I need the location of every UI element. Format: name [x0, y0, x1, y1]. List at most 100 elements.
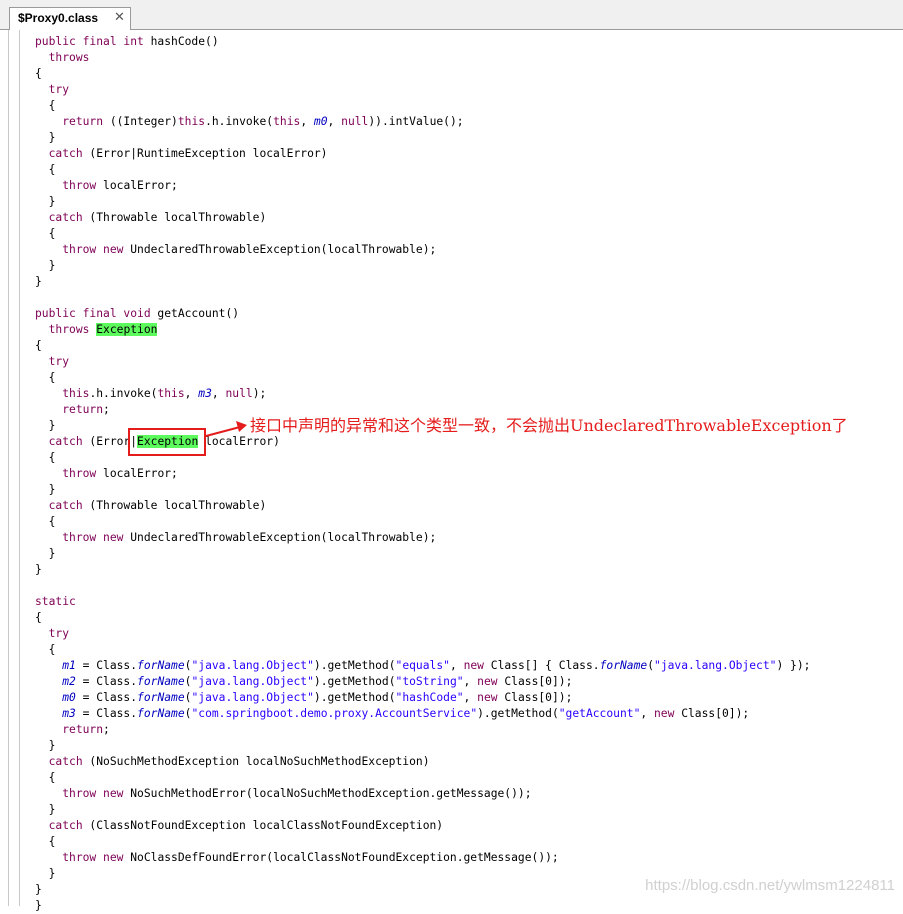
- code-line[interactable]: }: [35, 802, 810, 818]
- code-token: catch: [48, 211, 83, 224]
- code-token: localError;: [96, 467, 178, 480]
- close-icon[interactable]: ✕: [114, 10, 125, 25]
- code-token: m0: [313, 115, 328, 128]
- code-line[interactable]: }: [35, 130, 810, 146]
- code-line[interactable]: catch (Throwable localThrowable): [35, 210, 810, 226]
- code-token: (ClassNotFoundException localClassNotFou…: [82, 819, 444, 832]
- watermark: https://blog.csdn.net/ywlmsm1224811: [645, 877, 895, 894]
- code-line[interactable]: {: [35, 370, 810, 386]
- code-token: {: [35, 451, 56, 464]
- code-token: public final void: [35, 307, 151, 320]
- code-line[interactable]: throws Exception: [35, 322, 810, 338]
- code-line[interactable]: m3 = Class.forName("com.springboot.demo.…: [35, 706, 810, 722]
- code-token: {: [35, 611, 42, 624]
- code-line[interactable]: catch (Throwable localThrowable): [35, 498, 810, 514]
- code-line[interactable]: throws: [35, 50, 810, 66]
- code-token: ,: [463, 691, 478, 704]
- code-line[interactable]: return ((Integer)this.h.invoke(this, m0,…: [35, 114, 810, 130]
- code-line[interactable]: [35, 290, 810, 306]
- code-line[interactable]: throw localError;: [35, 466, 810, 482]
- code-token: ,: [463, 675, 478, 688]
- code-token: forName: [137, 659, 185, 672]
- code-line[interactable]: }: [35, 194, 810, 210]
- code-line[interactable]: static: [35, 594, 810, 610]
- gutter-divider: [19, 30, 20, 906]
- code-line[interactable]: try: [35, 354, 810, 370]
- code-line[interactable]: }: [35, 274, 810, 290]
- code-token: null: [341, 115, 369, 128]
- code-line[interactable]: throw new NoSuchMethodError(localNoSuchM…: [35, 786, 810, 802]
- code-line[interactable]: {: [35, 834, 810, 850]
- code-token: {: [35, 371, 56, 384]
- code-token: try: [48, 83, 70, 96]
- code-area[interactable]: public final int hashCode() throws{ try …: [35, 34, 810, 914]
- code-token: public final int: [35, 35, 144, 48]
- code-line[interactable]: m1 = Class.forName("java.lang.Object").g…: [35, 658, 810, 674]
- code-line[interactable]: }: [35, 898, 810, 914]
- tab-proxy0-class[interactable]: $Proxy0.class ✕: [9, 7, 131, 30]
- code-line[interactable]: [35, 578, 810, 594]
- code-token: localError): [198, 435, 280, 448]
- code-line[interactable]: throw new NoClassDefFoundError(localClas…: [35, 850, 810, 866]
- code-line[interactable]: throw localError;: [35, 178, 810, 194]
- code-line[interactable]: public final int hashCode(): [35, 34, 810, 50]
- code-line[interactable]: catch (ClassNotFoundException localClass…: [35, 818, 810, 834]
- code-line[interactable]: {: [35, 162, 810, 178]
- code-token: (Error|RuntimeException localError): [82, 147, 328, 160]
- code-token: {: [35, 835, 56, 848]
- code-token: "com.springboot.demo.proxy.AccountServic…: [191, 707, 478, 720]
- code-line[interactable]: {: [35, 770, 810, 786]
- code-line[interactable]: throw new UndeclaredThrowableException(l…: [35, 530, 810, 546]
- code-token: {: [35, 643, 56, 656]
- code-line[interactable]: try: [35, 626, 810, 642]
- code-line[interactable]: return;: [35, 722, 810, 738]
- code-token: hashCode(): [143, 35, 219, 48]
- code-line[interactable]: {: [35, 514, 810, 530]
- code-line[interactable]: catch (Error|RuntimeException localError…: [35, 146, 810, 162]
- code-token: catch: [48, 435, 83, 448]
- code-line[interactable]: {: [35, 226, 810, 242]
- code-token: )).intValue();: [368, 115, 464, 128]
- code-line[interactable]: catch (NoSuchMethodException localNoSuch…: [35, 754, 810, 770]
- code-token: throw new: [62, 787, 124, 800]
- code-line[interactable]: }: [35, 482, 810, 498]
- code-token: "equals": [395, 659, 450, 672]
- code-token: {: [35, 227, 56, 240]
- code-token: catch: [48, 819, 83, 832]
- code-token: return: [62, 403, 104, 416]
- code-line[interactable]: }: [35, 738, 810, 754]
- code-line[interactable]: {: [35, 610, 810, 626]
- code-token: try: [48, 355, 70, 368]
- code-line[interactable]: m2 = Class.forName("java.lang.Object").g…: [35, 674, 810, 690]
- code-token: throw new: [62, 243, 124, 256]
- code-line[interactable]: throw new UndeclaredThrowableException(l…: [35, 242, 810, 258]
- code-line[interactable]: {: [35, 66, 810, 82]
- code-line[interactable]: {: [35, 338, 810, 354]
- code-editor[interactable]: public final int hashCode() throws{ try …: [0, 30, 903, 912]
- code-line[interactable]: m0 = Class.forName("java.lang.Object").g…: [35, 690, 810, 706]
- code-line[interactable]: {: [35, 98, 810, 114]
- code-token: m0: [62, 691, 76, 704]
- code-line[interactable]: try: [35, 82, 810, 98]
- code-line[interactable]: }: [35, 546, 810, 562]
- code-line[interactable]: {: [35, 642, 810, 658]
- code-line[interactable]: public final void getAccount(): [35, 306, 810, 322]
- code-line[interactable]: }: [35, 258, 810, 274]
- code-token: }: [35, 803, 56, 816]
- code-token: (Throwable localThrowable): [82, 211, 267, 224]
- code-token: {: [35, 339, 42, 352]
- code-token: try: [48, 627, 70, 640]
- code-line[interactable]: }: [35, 562, 810, 578]
- code-token: Class[] { Class.: [483, 659, 600, 672]
- code-token: (: [647, 659, 655, 672]
- code-token: throw new: [62, 851, 124, 864]
- code-line[interactable]: this.h.invoke(this, m3, null);: [35, 386, 810, 402]
